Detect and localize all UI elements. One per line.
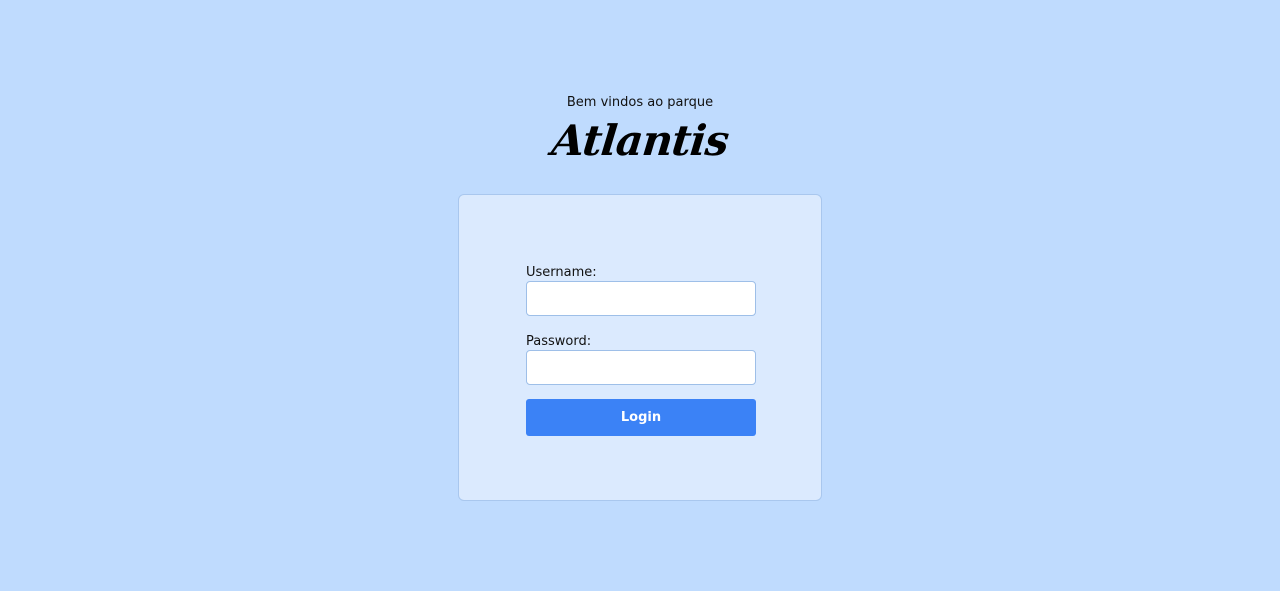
- atlantis-logo: Atlantis: [549, 116, 731, 165]
- username-input[interactable]: [526, 281, 756, 316]
- username-label: Username:: [526, 265, 597, 280]
- login-button[interactable]: Login: [526, 399, 756, 436]
- login-card: Username: Password: Login: [458, 194, 822, 501]
- login-page: Bem vindos ao parque Atlantis Username: …: [0, 0, 1280, 591]
- password-label: Password:: [526, 334, 592, 349]
- welcome-text: Bem vindos ao parque: [566, 95, 714, 110]
- password-input[interactable]: [526, 350, 756, 385]
